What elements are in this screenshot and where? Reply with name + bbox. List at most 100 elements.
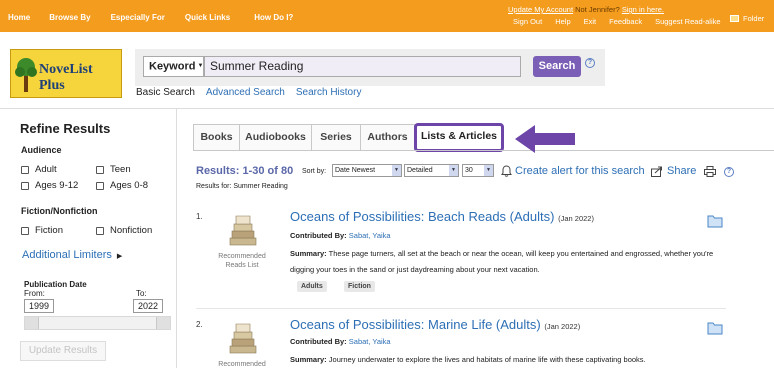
fiction-label: Fiction (35, 225, 63, 236)
caret-right-icon: ▶ (116, 253, 123, 260)
result-date: (Jan 2022) (558, 214, 594, 223)
feedback-link[interactable]: Feedback (609, 17, 642, 26)
menu-home[interactable]: Home (8, 13, 30, 22)
nonfiction-label: Nonfiction (110, 225, 153, 236)
sign-out-link[interactable]: Sign Out (513, 17, 542, 26)
create-alert-link[interactable]: Create alert for this search (501, 165, 645, 177)
exit-link[interactable]: Exit (584, 17, 597, 26)
tag-badge[interactable]: Adults (297, 281, 327, 292)
add-to-folder-icon[interactable] (707, 321, 723, 335)
sort-value: Date Newest (335, 167, 376, 174)
checkbox-icon (96, 181, 104, 190)
menu-especially-for[interactable]: Especially For (111, 13, 165, 22)
add-to-folder-icon[interactable] (707, 214, 723, 228)
per-page-select[interactable]: 30 ▼ (462, 164, 494, 177)
result-type-tabs: Books Audiobooks Series Authors Lists & … (193, 123, 504, 152)
per-page-value: 30 (465, 167, 473, 174)
slider-end-handle[interactable] (156, 317, 170, 329)
result-type-label: Recommended (218, 361, 266, 368)
book-stack-icon[interactable] (226, 212, 260, 250)
menu-browse-by[interactable]: Browse By (49, 13, 90, 22)
date-range-slider[interactable] (24, 316, 171, 330)
contributor-line: Contributed By: Sabat, Yaika (290, 337, 391, 346)
share-label: Share (667, 165, 697, 177)
tab-lists-articles[interactable]: Lists & Articles (414, 123, 504, 152)
ages-9-12-label: Ages 9-12 (35, 180, 79, 191)
book-stack-icon[interactable] (226, 320, 260, 358)
teen-checkbox[interactable]: Teen (96, 164, 131, 175)
from-year-input[interactable]: 1999 (24, 299, 54, 313)
search-field-value: Keyword (149, 60, 196, 73)
result-title[interactable]: Oceans of Possibilities: Beach Reads (Ad… (290, 209, 594, 224)
author-link[interactable]: Sabat, Yaika (349, 337, 391, 346)
caret-down-icon: ▼ (197, 63, 204, 69)
summary-text: These page turners, all set at the beach… (290, 249, 714, 274)
result-summary: Summary: These page turners, all set at … (290, 246, 730, 278)
checkbox-icon (96, 165, 104, 174)
advanced-search-link[interactable]: Advanced Search (206, 87, 285, 98)
result-title[interactable]: Oceans of Possibilities: Marine Life (Ad… (290, 317, 580, 332)
main-menu: Home Browse By Especially For Quick Link… (8, 13, 314, 22)
sort-select[interactable]: Date Newest ▼ (332, 164, 402, 177)
search-field-select[interactable]: Keyword ▼ (143, 56, 204, 77)
summary-text: Journey underwater to explore the lives … (328, 355, 646, 364)
print-icon[interactable] (704, 166, 716, 177)
results-for-text: Results for: Summer Reading (196, 183, 288, 190)
sign-in-link[interactable]: Sign in here. (622, 5, 664, 14)
not-user-text: Not Jennifer? (575, 5, 620, 14)
left-arrow-icon (515, 125, 575, 153)
view-select[interactable]: Detailed ▼ (404, 164, 459, 177)
tab-audiobooks[interactable]: Audiobooks (239, 124, 312, 151)
ages-0-8-checkbox[interactable]: Ages 0-8 (96, 180, 148, 191)
tab-books[interactable]: Books (193, 124, 240, 151)
ages-0-8-label: Ages 0-8 (110, 180, 149, 191)
ages-9-12-checkbox[interactable]: Ages 9-12 (21, 180, 78, 191)
tab-series[interactable]: Series (311, 124, 361, 151)
sort-by-label: Sort by: (302, 168, 327, 175)
result-title-text[interactable]: Oceans of Possibilities: Beach Reads (Ad… (290, 209, 554, 224)
search-button[interactable]: Search (533, 56, 581, 77)
share-link[interactable]: Share (651, 165, 696, 177)
help-link[interactable]: Help (555, 17, 570, 26)
search-history-link[interactable]: Search History (296, 87, 362, 98)
chevron-down-icon: ▼ (449, 165, 458, 176)
adult-checkbox[interactable]: Adult (21, 164, 57, 175)
to-year-input[interactable]: 2022 (133, 299, 163, 313)
result-title-text[interactable]: Oceans of Possibilities: Marine Life (Ad… (290, 317, 541, 332)
slider-start-handle[interactable] (25, 317, 39, 329)
refine-results-title: Refine Results (20, 121, 111, 136)
additional-limiters-toggle[interactable]: Additional Limiters ▶ (22, 249, 122, 261)
menu-quick-links[interactable]: Quick Links (185, 13, 230, 22)
tag-badge[interactable]: Fiction (344, 281, 375, 292)
publication-date-label: Publication Date (24, 280, 87, 289)
basic-search-link[interactable]: Basic Search (136, 87, 195, 98)
result-type-label: Recommended Reads List (218, 253, 266, 269)
checkbox-icon (96, 226, 104, 235)
novelist-logo[interactable]: NoveList Plus (10, 49, 122, 98)
fiction-checkbox[interactable]: Fiction (21, 225, 63, 236)
checkbox-icon (21, 181, 29, 190)
author-link[interactable]: Sabat, Yaika (349, 231, 391, 240)
help-icon[interactable]: ? (724, 167, 734, 177)
additional-limiters-label: Additional Limiters (22, 249, 112, 261)
suggest-readalike-link[interactable]: Suggest Read-alike (655, 17, 720, 26)
tab-authors[interactable]: Authors (360, 124, 415, 151)
update-results-button[interactable]: Update Results (20, 341, 106, 361)
teen-label: Teen (110, 164, 131, 175)
create-alert-label: Create alert for this search (515, 165, 645, 177)
to-label: To: (136, 289, 147, 298)
help-icon[interactable]: ? (585, 58, 595, 68)
search-input[interactable]: Summer Reading (204, 56, 521, 77)
summary-label: Summary: (290, 249, 327, 258)
result-date: (Jan 2022) (544, 322, 581, 331)
result-summary: Summary: Journey underwater to explore t… (290, 352, 730, 368)
update-account-link[interactable]: Update My Account (508, 5, 573, 14)
chevron-down-icon: ▼ (484, 165, 493, 176)
contributed-by-label: Contributed By: (290, 231, 347, 240)
folder-icon (730, 15, 739, 22)
nonfiction-checkbox[interactable]: Nonfiction (96, 225, 152, 236)
contributor-line: Contributed By: Sabat, Yaika (290, 231, 391, 240)
folder-label: Folder (743, 14, 765, 23)
folder-link[interactable]: Folder (730, 14, 764, 23)
menu-how-do-i[interactable]: How Do I? (254, 13, 293, 22)
